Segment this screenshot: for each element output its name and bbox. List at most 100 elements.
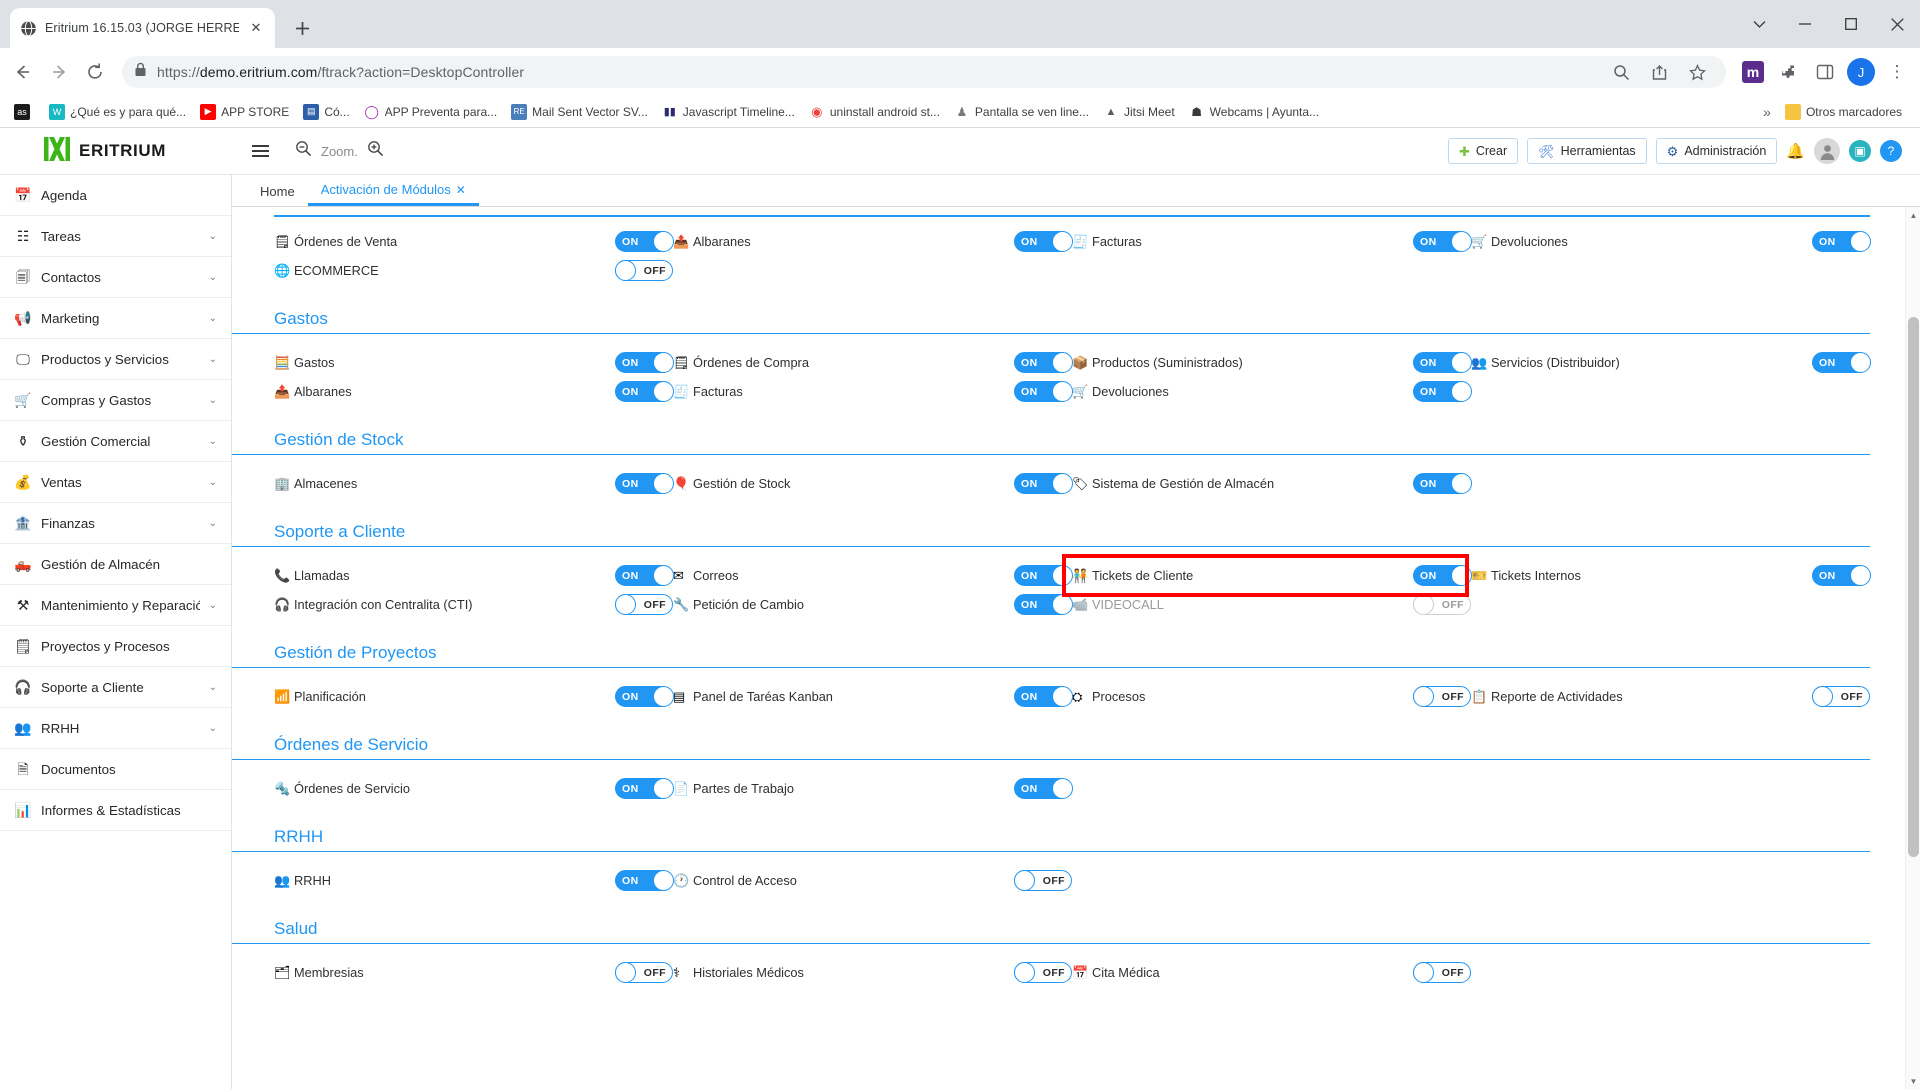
sidebar-item-documentos[interactable]: 🗎 Documentos — [0, 749, 231, 790]
module-toggle[interactable]: ON — [615, 777, 674, 799]
module-toggle[interactable]: OFF — [1412, 685, 1471, 707]
module-toggle[interactable]: ON — [1413, 472, 1472, 494]
close-icon[interactable]: ✕ — [247, 19, 265, 37]
scroll-up-icon[interactable]: ▲ — [1906, 207, 1920, 223]
administracion-button[interactable]: ⚙ Administración — [1655, 138, 1778, 164]
bookmark-item[interactable]: ▤ Có... — [297, 101, 355, 123]
module-toggle[interactable]: ON — [615, 869, 674, 891]
module-toggle[interactable]: ON — [615, 564, 674, 586]
bookmark-favicon: ▲ — [1102, 103, 1119, 120]
sidebar-item-marketing[interactable]: 📢 Marketing ⌄ — [0, 298, 231, 339]
window-close-icon[interactable] — [1874, 0, 1920, 48]
module-toggle[interactable]: ON — [615, 230, 674, 252]
module-toggle[interactable]: ON — [615, 472, 674, 494]
module-toggle[interactable]: OFF — [614, 593, 673, 615]
sidebar-item-ventas[interactable]: 💰 Ventas ⌄ — [0, 462, 231, 503]
module-toggle[interactable]: ON — [1812, 351, 1871, 373]
bookmark-item[interactable]: as — [8, 101, 41, 123]
module-toggle[interactable]: ON — [1413, 564, 1472, 586]
scroll-down-icon[interactable]: ▼ — [1906, 1073, 1920, 1089]
bookmark-item[interactable]: ◯ APP Preventa para... — [358, 101, 504, 123]
module-toggle[interactable]: ON — [1413, 380, 1472, 402]
bookmark-item[interactable]: ▲ Jitsi Meet — [1097, 101, 1181, 123]
search-icon[interactable] — [1604, 55, 1638, 89]
module-toggle[interactable]: ON — [1413, 230, 1472, 252]
module-toggle[interactable]: ON — [1014, 593, 1073, 615]
module-toggle[interactable]: ON — [1014, 564, 1073, 586]
module-toggle[interactable]: ON — [1014, 685, 1073, 707]
bookmark-item[interactable]: W ¿Qué es y para qué... — [43, 101, 192, 123]
bookmark-item[interactable]: RE Mail Sent Vector SV... — [505, 101, 654, 123]
chevron-down-icon[interactable] — [1736, 0, 1782, 48]
page-scrollbar[interactable]: ▲ ▼ — [1905, 207, 1920, 1089]
sidebar-item-informes-estadisticas[interactable]: 📊 Informes & Estadísticas — [0, 790, 231, 831]
profile-avatar[interactable]: J — [1844, 55, 1878, 89]
module-toggle[interactable]: ON — [615, 380, 674, 402]
module-toggle[interactable]: ON — [1014, 777, 1073, 799]
back-icon[interactable] — [6, 55, 40, 89]
menu-icon[interactable] — [252, 145, 269, 157]
module-toggle[interactable]: ON — [615, 351, 674, 373]
module-toggle[interactable]: ON — [1014, 380, 1073, 402]
browser-tab[interactable]: Eritrium 16.15.03 (JORGE HERRER ✕ — [10, 8, 275, 48]
bookmark-item[interactable]: ▮▮ Javascript Timeline... — [656, 101, 801, 123]
minimize-icon[interactable] — [1782, 0, 1828, 48]
help-icon[interactable]: ? — [1880, 140, 1902, 162]
extension-badge-icon[interactable]: m — [1736, 55, 1770, 89]
bookmark-item[interactable]: ◉ uninstall android st... — [803, 101, 946, 123]
sidebar-item-tareas[interactable]: ☷ Tareas ⌄ — [0, 216, 231, 257]
new-tab-button[interactable] — [285, 11, 319, 45]
bookmark-item[interactable]: ▶ APP STORE — [194, 101, 295, 123]
overflow-chevron-icon[interactable]: » — [1763, 104, 1771, 120]
module-toggle[interactable]: ON — [1812, 564, 1871, 586]
module-toggle[interactable]: ON — [1014, 351, 1073, 373]
sidebar-item-compras-y-gastos[interactable]: 🛒 Compras y Gastos ⌄ — [0, 380, 231, 421]
module-toggle[interactable]: ON — [1014, 472, 1073, 494]
module-toggle[interactable]: ON — [615, 685, 674, 707]
sidebar-item-soporte-a-cliente[interactable]: 🎧 Soporte a Cliente ⌄ — [0, 667, 231, 708]
other-bookmarks-folder[interactable]: ▬ Otros marcadores — [1779, 101, 1908, 123]
module-toggle[interactable]: OFF — [1811, 685, 1870, 707]
sidebar-item-rrhh[interactable]: 👥 RRHH ⌄ — [0, 708, 231, 749]
herramientas-button[interactable]: 🛠 Herramientas — [1527, 138, 1647, 164]
browser-menu-icon[interactable]: ⋮ — [1880, 55, 1914, 89]
tab-activacion-de-modulos[interactable]: Activación de Módulos ✕ — [307, 176, 479, 206]
sidebar-item-contactos[interactable]: 🗐 Contactos ⌄ — [0, 257, 231, 298]
module-toggle[interactable]: ON — [1812, 230, 1871, 252]
module-toggle[interactable]: ON — [1014, 230, 1073, 252]
sidebar-item-agenda[interactable]: 📅 Agenda — [0, 175, 231, 216]
avatar[interactable] — [1814, 138, 1840, 164]
sidebar-item-mantenimiento-y-reparacion[interactable]: ⚒ Mantenimiento y Reparación ⌄ — [0, 585, 231, 626]
side-panel-icon[interactable] — [1808, 55, 1842, 89]
extensions-icon[interactable] — [1772, 55, 1806, 89]
address-bar[interactable]: https://demo.eritrium.com/ftrack?action=… — [122, 56, 1726, 88]
bookmark-item[interactable]: ♟ Pantalla se ven line... — [948, 101, 1095, 123]
forward-icon[interactable] — [42, 55, 76, 89]
sidebar-item-proyectos-y-procesos[interactable]: 🗒 Proyectos y Procesos — [0, 626, 231, 667]
module-toggle[interactable]: OFF — [1412, 961, 1471, 983]
module-toggle[interactable]: OFF — [1013, 869, 1072, 891]
zoom-in-icon[interactable] — [367, 140, 384, 162]
sidebar-item-finanzas[interactable]: 🏦 Finanzas ⌄ — [0, 503, 231, 544]
sidebar-item-productos-y-servicios[interactable]: 🖵 Productos y Servicios ⌄ — [0, 339, 231, 380]
brand[interactable]: ERITRIUM — [44, 136, 214, 166]
chat-icon[interactable]: ▣ — [1849, 140, 1871, 162]
crear-button[interactable]: ✚ Crear — [1447, 138, 1519, 164]
share-icon[interactable] — [1642, 55, 1676, 89]
zoom-out-icon[interactable] — [295, 140, 312, 162]
notifications-icon[interactable]: 🔔 — [1786, 142, 1805, 160]
sidebar-item-gestion-de-almacen[interactable]: 🛻 Gestión de Almacén — [0, 544, 231, 585]
module-toggle[interactable]: OFF — [614, 259, 673, 281]
star-icon[interactable] — [1680, 55, 1714, 89]
close-icon[interactable]: ✕ — [456, 183, 466, 197]
reload-icon[interactable] — [78, 55, 112, 89]
scrollbar-thumb[interactable] — [1908, 317, 1919, 857]
tab-home[interactable]: Home — [247, 176, 308, 206]
bookmark-item[interactable]: ☗ Webcams | Ayunta... — [1183, 101, 1325, 123]
maximize-icon[interactable] — [1828, 0, 1874, 48]
module-toggle[interactable]: OFF — [1013, 961, 1072, 983]
sidebar-item-gestion-comercial[interactable]: ⚱ Gestión Comercial ⌄ — [0, 421, 231, 462]
module-toggle[interactable]: OFF — [614, 961, 673, 983]
module-toggle[interactable]: ON — [1413, 351, 1472, 373]
module-toggle[interactable]: OFF — [1412, 593, 1471, 615]
